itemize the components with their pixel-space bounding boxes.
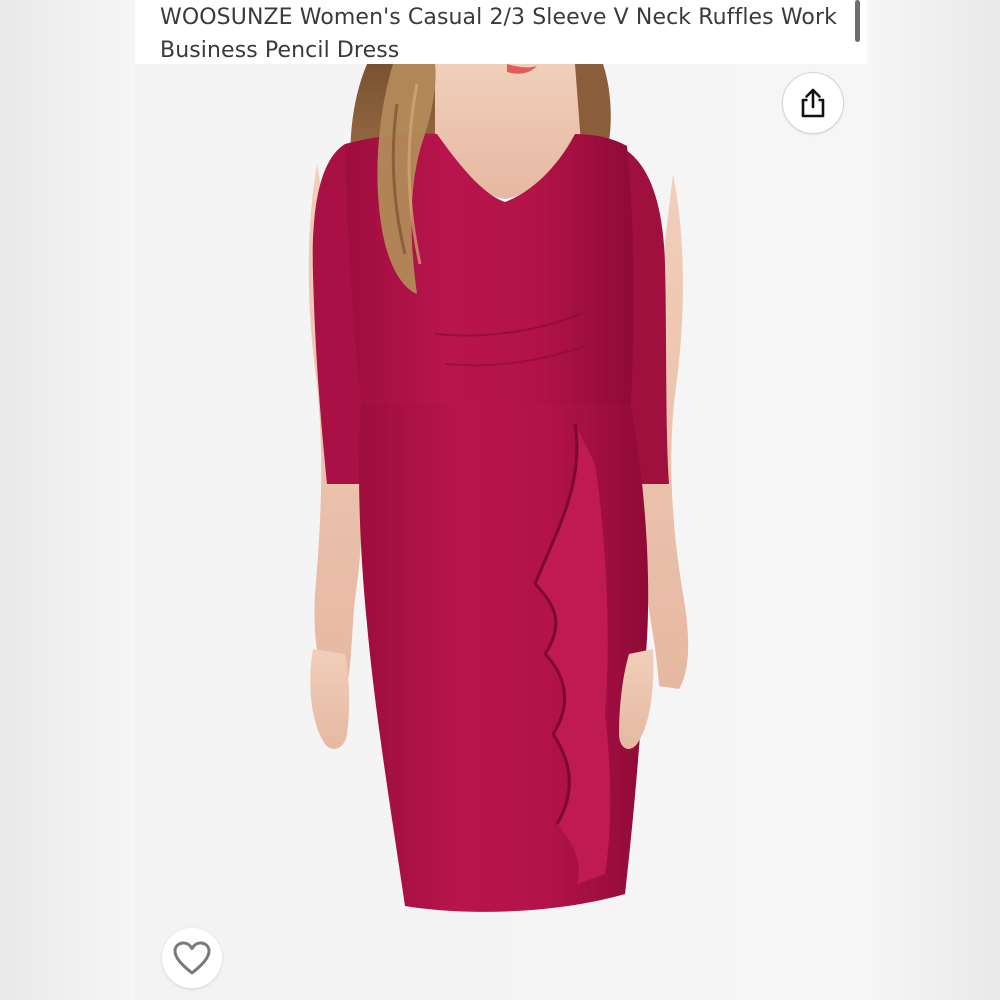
left-backdrop: [0, 0, 135, 1000]
share-button[interactable]: [782, 72, 844, 134]
wishlist-button[interactable]: [162, 928, 222, 988]
heart-outline-icon: [173, 941, 211, 975]
product-card: WOOSUNZE Women's Casual 2/3 Sleeve V Nec…: [135, 0, 867, 1000]
title-bar: WOOSUNZE Women's Casual 2/3 Sleeve V Nec…: [135, 0, 867, 64]
product-image[interactable]: [135, 64, 867, 1000]
share-icon: [801, 88, 825, 118]
right-backdrop: [867, 0, 1000, 1000]
screen: WOOSUNZE Women's Casual 2/3 Sleeve V Nec…: [0, 0, 1000, 1000]
scrollbar[interactable]: [855, 0, 860, 42]
product-title[interactable]: WOOSUNZE Women's Casual 2/3 Sleeve V Nec…: [160, 1, 850, 67]
